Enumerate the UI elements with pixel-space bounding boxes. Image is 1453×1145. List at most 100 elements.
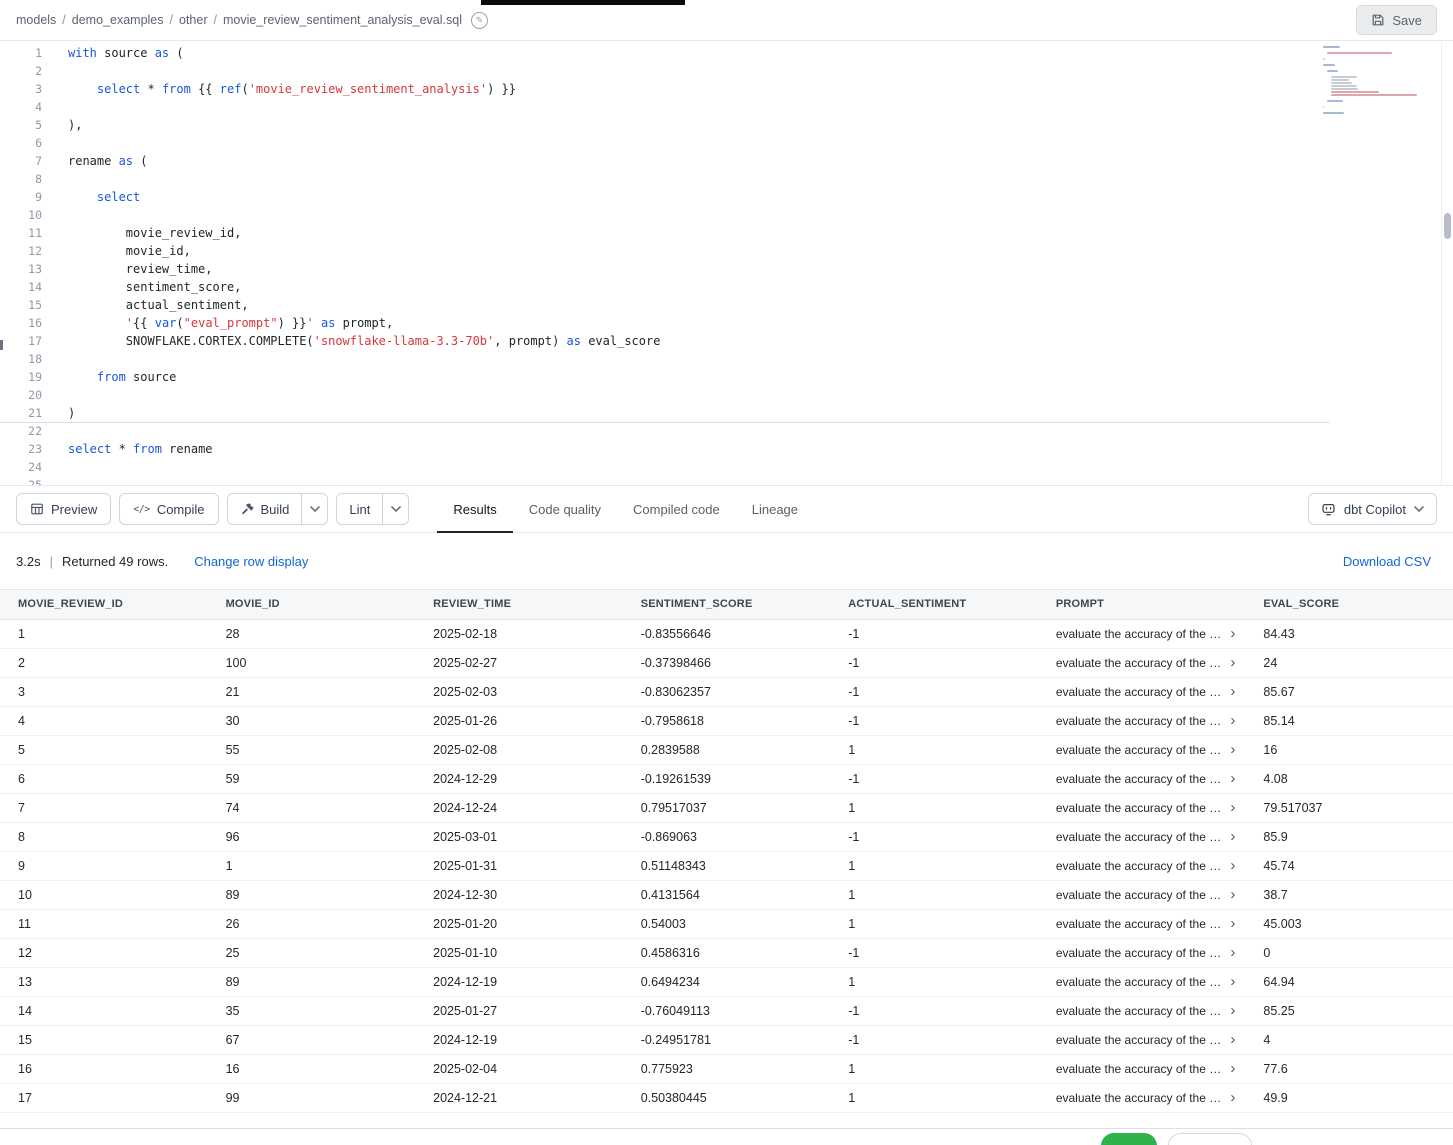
table-cell: 1 [830,967,1038,996]
prompt-text: evaluate the accuracy of the res... [1056,772,1225,786]
tab-compiled-code[interactable]: Compiled code [617,486,736,532]
code-line[interactable]: 19 from source [0,368,1453,386]
chevron-right-icon[interactable]: › [1230,858,1235,873]
code-line[interactable]: 5), [0,116,1453,134]
prompt-text: evaluate the accuracy of the res... [1056,801,1225,815]
line-number: 19 [0,368,42,386]
rows-returned-text: Returned 49 rows. [62,554,168,569]
code-line[interactable]: 1with source as ( [0,44,1453,62]
chevron-right-icon[interactable]: › [1230,771,1235,786]
line-number: 7 [0,152,42,170]
chevron-right-icon[interactable]: › [1230,800,1235,815]
code-line[interactable]: 16 '{{ var("eval_prompt") }}' as prompt, [0,314,1453,332]
chevron-right-icon[interactable]: › [1230,742,1235,757]
table-row: 17992024-12-210.503804451evaluate the ac… [0,1083,1453,1112]
dbt-copilot-button[interactable]: dbt Copilot [1308,493,1437,525]
chevron-right-icon[interactable]: › [1230,713,1235,728]
code-line[interactable]: 3 select * from {{ ref('movie_review_sen… [0,80,1453,98]
code-line[interactable]: 4 [0,98,1453,116]
code-text: '{{ var("eval_prompt") }}' as prompt, [42,314,393,332]
code-line[interactable]: 21) [0,404,1453,422]
column-header: MOVIE_REVIEW_ID [0,590,208,619]
table-row: 10892024-12-300.41315641evaluate the acc… [0,880,1453,909]
column-header: MOVIE_ID [208,590,416,619]
chevron-right-icon[interactable]: › [1230,945,1235,960]
chevron-right-icon[interactable]: › [1230,684,1235,699]
table-cell: -0.37398466 [623,648,831,677]
line-number: 4 [0,98,42,116]
bottom-green-button[interactable] [1101,1133,1157,1145]
preview-button[interactable]: Preview [16,493,111,525]
code-line[interactable]: 9 select [0,188,1453,206]
code-line[interactable]: 7rename as ( [0,152,1453,170]
table-cell: evaluate the accuracy of the res...› [1038,706,1246,735]
code-text [42,98,68,116]
prompt-text: evaluate the accuracy of the res... [1056,946,1225,960]
breadcrumb-item[interactable]: movie_review_sentiment_analysis_eval.sql [223,13,462,27]
code-text: ) [42,404,75,422]
change-row-display-link[interactable]: Change row display [194,554,308,569]
build-dropdown-button[interactable] [301,494,327,524]
code-line[interactable]: 20 [0,386,1453,404]
chevron-right-icon[interactable]: › [1230,916,1235,931]
build-button[interactable]: Build [228,494,302,524]
bottom-outline-button[interactable] [1168,1133,1252,1145]
table-row: 16162025-02-040.7759231evaluate the accu… [0,1054,1453,1083]
preview-label: Preview [51,502,97,517]
code-line[interactable]: 2 [0,62,1453,80]
chevron-right-icon[interactable]: › [1230,1003,1235,1018]
code-line[interactable]: 24 [0,458,1453,476]
chevron-right-icon[interactable]: › [1230,1032,1235,1047]
code-line[interactable]: 12 movie_id, [0,242,1453,260]
prompt-text: evaluate the accuracy of the res... [1056,888,1225,902]
code-line[interactable]: 17 SNOWFLAKE.CORTEX.COMPLETE('snowflake-… [0,332,1453,350]
code-line[interactable]: 8 [0,170,1453,188]
code-editor[interactable]: 1with source as (23 select * from {{ ref… [0,41,1453,485]
tab-code-quality[interactable]: Code quality [513,486,617,532]
table-cell: 2025-03-01 [415,822,623,851]
chevron-right-icon[interactable]: › [1230,655,1235,670]
lint-dropdown-button[interactable] [382,494,408,524]
code-line[interactable]: 11 movie_review_id, [0,224,1453,242]
code-line[interactable]: 6 [0,134,1453,152]
save-button[interactable]: Save [1356,5,1437,35]
column-header: PROMPT [1038,590,1246,619]
compile-button[interactable]: </> Compile [119,493,218,525]
chevron-right-icon[interactable]: › [1230,887,1235,902]
code-line[interactable]: 23select * from rename [0,440,1453,458]
code-line[interactable]: 10 [0,206,1453,224]
minimap[interactable] [1323,46,1433,121]
chevron-right-icon[interactable]: › [1230,626,1235,641]
lint-button[interactable]: Lint [337,494,382,524]
breadcrumb-item[interactable]: other [179,13,208,27]
table-cell: evaluate the accuracy of the res...› [1038,996,1246,1025]
code-line[interactable]: 25 [0,476,1453,485]
breadcrumb-item[interactable]: models [16,13,56,27]
code-line[interactable]: 14 sentiment_score, [0,278,1453,296]
download-csv-link[interactable]: Download CSV [1343,554,1437,569]
chevron-right-icon[interactable]: › [1230,829,1235,844]
table-cell: -1 [830,677,1038,706]
line-number: 23 [0,440,42,458]
line-number: 1 [0,44,42,62]
code-line[interactable]: 15 actual_sentiment, [0,296,1453,314]
table-cell: evaluate the accuracy of the res...› [1038,619,1246,648]
chevron-right-icon[interactable]: › [1230,1090,1235,1105]
code-line[interactable]: 18 [0,350,1453,368]
tab-lineage[interactable]: Lineage [736,486,814,532]
editor-scrollbar-thumb[interactable] [1444,213,1451,239]
compile-label: Compile [157,502,205,517]
table-cell: 77.6 [1245,1054,1453,1083]
chevron-right-icon[interactable]: › [1230,974,1235,989]
chevron-right-icon[interactable]: › [1230,1061,1235,1076]
code-line[interactable]: 22 [0,422,1453,440]
results-table: MOVIE_REVIEW_IDMOVIE_IDREVIEW_TIMESENTIM… [0,590,1453,1113]
code-line[interactable]: 13 review_time, [0,260,1453,278]
tab-results[interactable]: Results [437,486,512,532]
breadcrumb-separator: / [213,13,216,27]
breadcrumb-item[interactable]: demo_examples [72,13,164,27]
table-cell: 2025-02-08 [415,735,623,764]
editor-scrollbar-track [1441,41,1453,485]
code-text [42,458,68,476]
table-row: 3212025-02-03-0.83062357-1evaluate the a… [0,677,1453,706]
